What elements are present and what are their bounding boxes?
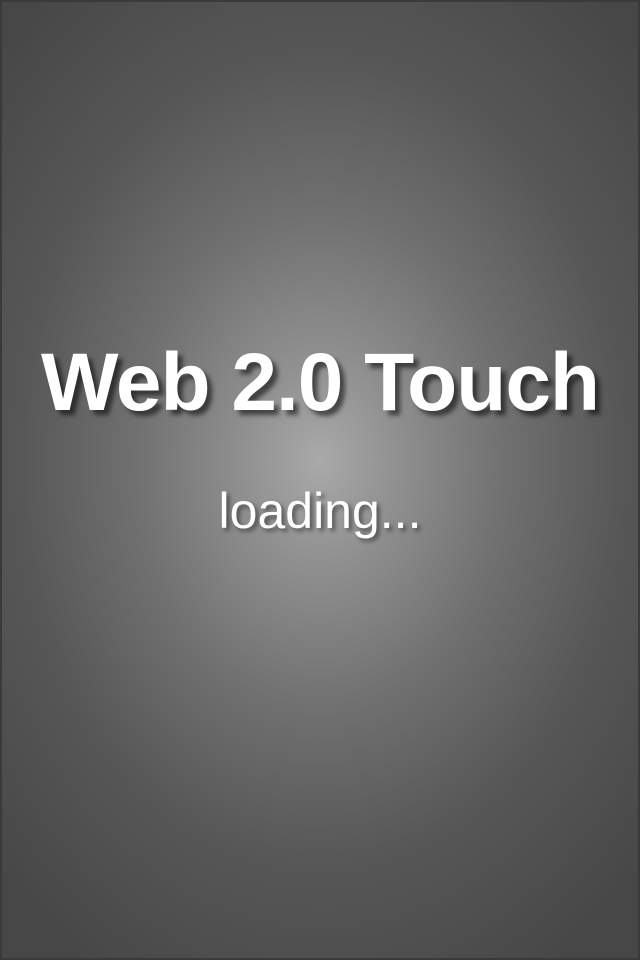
app-title: Web 2.0 Touch [40,337,600,428]
loading-status: loading... [218,483,422,539]
splash-screen: Web 2.0 Touch loading... [0,0,640,960]
